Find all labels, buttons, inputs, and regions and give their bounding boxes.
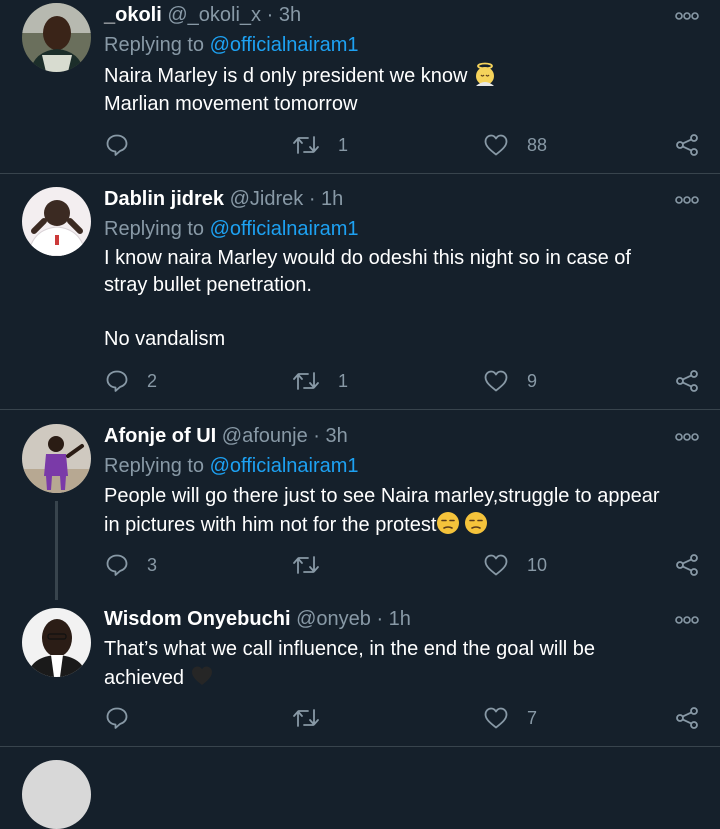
retweet-button[interactable] — [292, 706, 338, 730]
share-icon — [676, 554, 698, 576]
tweet[interactable]: Dablin jidrek @Jidrek · 1h Replying to @… — [0, 174, 720, 409]
reply-count: 3 — [147, 554, 158, 575]
mention-link[interactable]: @officialnairam1 — [210, 455, 359, 477]
tweet-text-line: Marlian movement tomorrow — [104, 93, 358, 115]
retweet-icon — [293, 556, 319, 574]
reply-button[interactable]: 3 — [105, 553, 157, 577]
like-icon — [484, 707, 508, 729]
like-button[interactable]: 9 — [483, 369, 537, 393]
replying-to-label: Replying to — [104, 218, 205, 240]
like-icon — [484, 134, 508, 156]
like-count: 9 — [527, 370, 538, 391]
tweet-text: People will go there just to see Naira m… — [104, 482, 694, 540]
timestamp[interactable]: 1h — [321, 188, 343, 210]
replying-to-label: Replying to — [104, 455, 205, 477]
share-icon — [676, 134, 698, 156]
reply-icon — [106, 134, 128, 156]
like-icon — [484, 554, 508, 576]
mention-link[interactable]: @officialnairam1 — [210, 218, 359, 240]
reply-count: 2 — [147, 370, 158, 391]
author-handle[interactable]: @onyeb — [296, 608, 371, 630]
avatar[interactable] — [22, 187, 91, 256]
like-button[interactable]: 10 — [483, 553, 547, 577]
separator-dot: · — [266, 4, 274, 26]
share-icon — [676, 707, 698, 729]
unamused-face-icon — [437, 512, 460, 534]
tweet-text: I know naira Marley would do odeshi this… — [104, 245, 694, 353]
retweet-button[interactable]: 1 — [292, 369, 348, 393]
avatar[interactable] — [22, 760, 91, 829]
more-icon[interactable] — [675, 194, 699, 206]
like-count: 88 — [527, 134, 548, 155]
like-button[interactable]: 88 — [483, 133, 547, 157]
tweet[interactable]: Afonje of UI @afounje · 3h Replying to @… — [0, 410, 720, 600]
author-handle[interactable]: @Jidrek — [230, 188, 304, 210]
reply-button[interactable] — [105, 706, 147, 730]
timestamp[interactable]: 3h — [326, 425, 348, 447]
author-name[interactable]: Afonje of UI — [104, 425, 216, 447]
share-button[interactable] — [675, 706, 699, 730]
like-button[interactable]: 7 — [483, 706, 537, 730]
reply-icon — [106, 554, 128, 576]
share-button[interactable] — [675, 369, 699, 393]
more-icon[interactable] — [675, 10, 699, 22]
share-icon — [676, 370, 698, 392]
reply-icon — [106, 707, 128, 729]
tweet-text-line: in pictures with him not for the protest — [104, 511, 694, 540]
author-handle[interactable]: @afounje — [222, 425, 308, 447]
separator-dot: · — [313, 425, 320, 447]
tweet-text-line: I know naira Marley would do odeshi this… — [104, 247, 631, 269]
separator-dot: · — [308, 188, 316, 210]
retweet-icon — [293, 372, 319, 390]
retweet-count: 1 — [338, 370, 349, 391]
replying-to: Replying to @officialnairam1 — [104, 217, 359, 241]
replying-to: Replying to @officialnairam1 — [104, 454, 359, 478]
replying-to-label: Replying to — [104, 34, 205, 56]
retweet-count: 1 — [338, 134, 349, 155]
separator-dot: · — [376, 608, 384, 630]
like-icon — [484, 370, 508, 392]
tweet-text: That’s what we call influence, in the en… — [104, 635, 694, 693]
tweet-text-line: achieved — [104, 664, 694, 693]
reply-button[interactable] — [105, 133, 147, 157]
tweet-text-line: That’s what we call influence, in the en… — [104, 638, 596, 660]
author-name[interactable]: Wisdom Onyebuchi — [104, 608, 291, 630]
tweet-text-line: Naira Marley is d only president we know — [104, 62, 694, 90]
author-name[interactable]: _okoli — [104, 4, 162, 26]
unamused-face-icon — [465, 512, 488, 534]
black-heart-icon — [191, 666, 212, 685]
share-button[interactable] — [675, 553, 699, 577]
share-button[interactable] — [675, 133, 699, 157]
divider — [0, 746, 720, 747]
tweet-text-line: stray bullet penetration. — [104, 274, 312, 296]
avatar[interactable] — [22, 608, 91, 677]
timestamp[interactable]: 3h — [279, 4, 301, 26]
like-count: 10 — [527, 554, 548, 575]
reply-button[interactable]: 2 — [105, 369, 157, 393]
retweet-icon — [293, 709, 319, 727]
tweet-text-line: People will go there just to see Naira m… — [104, 485, 660, 507]
retweet-icon — [293, 136, 319, 154]
author-name[interactable]: Dablin jidrek — [104, 188, 224, 210]
author-handle[interactable]: @_okoli_x — [167, 4, 261, 26]
retweet-button[interactable] — [292, 553, 338, 577]
like-count: 7 — [527, 707, 538, 728]
avatar[interactable] — [22, 424, 91, 493]
more-icon[interactable] — [675, 431, 699, 443]
avatar[interactable] — [22, 3, 91, 72]
tweet-text-line: No vandalism — [104, 328, 226, 350]
reply-icon — [106, 370, 128, 392]
replying-to: Replying to @officialnairam1 — [104, 33, 359, 57]
mention-link[interactable]: @officialnairam1 — [210, 34, 359, 56]
tweet[interactable]: Wisdom Onyebuchi @onyeb · 1h That’s what… — [0, 600, 720, 746]
tweet-text: Naira Marley is d only president we know… — [104, 62, 694, 118]
tweet[interactable]: _okoli @_okoli_x · 3h Replying to @offic… — [0, 0, 720, 173]
more-icon[interactable] — [675, 614, 699, 626]
tweet-text-line — [104, 299, 694, 326]
timestamp[interactable]: 1h — [389, 608, 411, 630]
retweet-button[interactable]: 1 — [292, 133, 348, 157]
angel-emoji-icon — [476, 62, 495, 86]
